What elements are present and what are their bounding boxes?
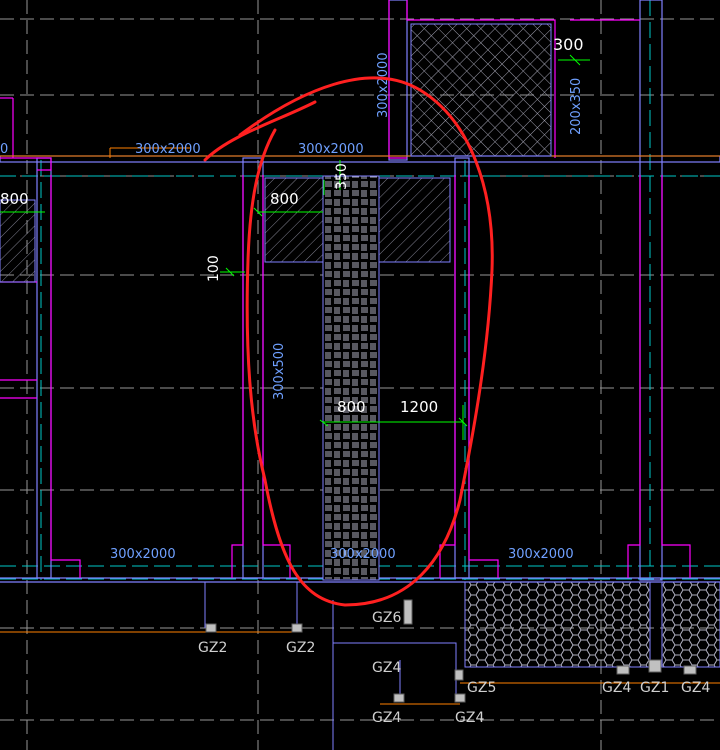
- dim-label-800-left: 800: [0, 190, 29, 208]
- hex-block-a: [464, 581, 651, 668]
- cad-drawing: 300x2000 300x2000 300x2000 200x350 300x5…: [0, 0, 720, 750]
- tag-gz5: GZ5: [467, 680, 496, 696]
- beam-label-right-vertical: 200x350: [569, 78, 584, 135]
- tag-gz4-b: GZ4: [372, 710, 401, 726]
- tag-gz2-b: GZ2: [286, 640, 315, 656]
- beam-label-left-top: 300x2000: [135, 142, 201, 157]
- beam-label-mid-top: 300x2000: [298, 142, 364, 157]
- dim-label-350: 350: [334, 163, 350, 190]
- beam-label-bottom-mid: 300x2000: [330, 547, 396, 562]
- tag-gz2-a: GZ2: [198, 640, 227, 656]
- dim-label-800-mid: 800: [337, 398, 366, 416]
- tag-gz4-e: GZ4: [681, 680, 710, 696]
- tag-gz6: GZ6: [372, 610, 401, 626]
- beam-label-bottom-right: 300x2000: [508, 547, 574, 562]
- left-edge-label: 0: [0, 142, 8, 157]
- dim-label-100: 100: [206, 255, 222, 282]
- tag-gz4-a: GZ4: [372, 660, 401, 676]
- dim-label-1200: 1200: [400, 398, 438, 416]
- tag-gz4-c: GZ4: [455, 710, 484, 726]
- stair-column: [322, 175, 380, 581]
- beam-label-bottom-left: 300x2000: [110, 547, 176, 562]
- beam-label-vertical-top: 300x2000: [376, 52, 391, 118]
- tag-gz4-d: GZ4: [602, 680, 631, 696]
- tag-gz1: GZ1: [640, 680, 669, 696]
- dim-label-800-top: 800: [270, 190, 299, 208]
- dim-label-300: 300: [553, 35, 584, 54]
- beam-label-vertical-mid: 300x500: [272, 343, 287, 400]
- hatch-block-top: [410, 23, 552, 157]
- hex-block-b: [661, 581, 720, 668]
